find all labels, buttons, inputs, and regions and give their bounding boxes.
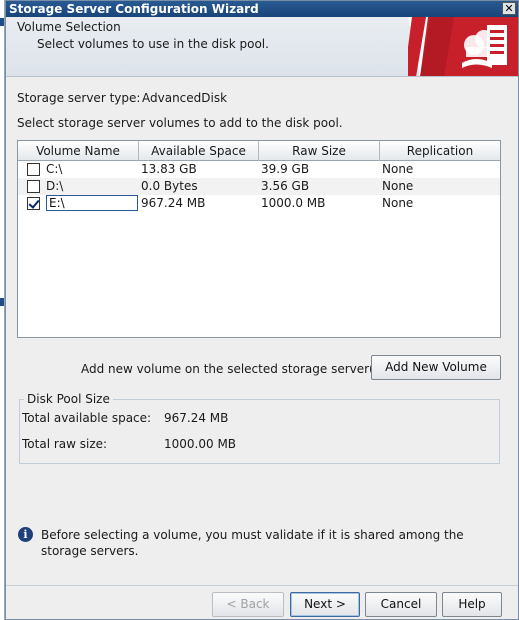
- step-subtitle: Select volumes to use in the disk pool.: [37, 37, 269, 51]
- volume-checkbox[interactable]: [27, 197, 40, 210]
- window-title: Storage Server Configuration Wizard: [9, 2, 259, 16]
- total-raw-value: 1000.00 MB: [164, 437, 237, 451]
- wizard-window: Storage Server Configuration Wizard ✕ Vo…: [5, 0, 519, 620]
- table-row[interactable]: C:\ 13.83 GB 39.9 GB None: [18, 161, 500, 178]
- cancel-button-label: Cancel: [380, 597, 422, 611]
- add-new-volume-button[interactable]: Add New Volume: [371, 355, 501, 380]
- available-space: 0.0 Bytes: [141, 179, 198, 193]
- volume-table[interactable]: Volume Name Available Space Raw Size Rep…: [17, 140, 501, 338]
- replication: None: [382, 196, 414, 210]
- total-raw-label: Total raw size:: [22, 437, 108, 451]
- total-available-value: 967.24 MB: [164, 411, 229, 425]
- disk-pool-size-group: Disk Pool Size Total available space: 96…: [19, 392, 500, 464]
- available-space: 13.83 GB: [141, 162, 197, 176]
- raw-size: 3.56 GB: [261, 179, 310, 193]
- table-row[interactable]: D:\ 0.0 Bytes 3.56 GB None: [18, 178, 500, 195]
- column-header-volume-name[interactable]: Volume Name: [18, 141, 139, 161]
- help-button-label: Help: [458, 597, 486, 611]
- column-header-replication[interactable]: Replication: [380, 141, 500, 161]
- background-strip-mark: [0, 18, 4, 26]
- volume-checkbox[interactable]: [27, 163, 40, 176]
- next-button[interactable]: Next >: [290, 592, 360, 617]
- footer-divider: [6, 585, 518, 586]
- server-type-value: AdvancedDisk: [142, 91, 228, 105]
- info-icon: i: [18, 527, 33, 542]
- volume-name: D:\: [46, 179, 64, 193]
- back-button[interactable]: < Back: [212, 592, 284, 617]
- table-row[interactable]: E:\ 967.24 MB 1000.0 MB None: [18, 195, 500, 212]
- table-header: Volume Name Available Space Raw Size Rep…: [18, 141, 500, 161]
- add-new-volume-button-label: Add New Volume: [385, 360, 487, 374]
- wizard-header: Volume Selection Select volumes to use i…: [6, 17, 518, 77]
- raw-size: 1000.0 MB: [261, 196, 326, 210]
- info-message: Before selecting a volume, you must vali…: [41, 528, 464, 558]
- next-button-label: Next >: [304, 597, 346, 611]
- replication: None: [382, 179, 414, 193]
- volume-name-edit-field[interactable]: E:\: [46, 195, 138, 211]
- title-bar: Storage Server Configuration Wizard ✕: [6, 1, 518, 17]
- disk-pool-size-title: Disk Pool Size: [24, 392, 113, 406]
- available-space: 967.24 MB: [141, 196, 206, 210]
- column-header-available-space[interactable]: Available Space: [139, 141, 259, 161]
- raw-size: 39.9 GB: [261, 162, 310, 176]
- instruction-text: Select storage server volumes to add to …: [17, 116, 343, 130]
- brand-logo-icon: [408, 17, 518, 76]
- total-available-label: Total available space:: [22, 411, 152, 425]
- help-button[interactable]: Help: [442, 592, 502, 617]
- server-type-label: Storage server type:: [17, 91, 141, 105]
- back-button-label: < Back: [226, 597, 270, 611]
- volume-name: C:\: [46, 162, 63, 176]
- volume-checkbox[interactable]: [27, 180, 40, 193]
- add-volume-label: Add new volume on the selected storage s…: [81, 362, 385, 376]
- background-strip-mark: [0, 298, 4, 306]
- close-button[interactable]: ✕: [502, 2, 516, 15]
- column-header-raw-size[interactable]: Raw Size: [259, 141, 380, 161]
- replication: None: [382, 162, 414, 176]
- step-title: Volume Selection: [17, 20, 121, 34]
- cancel-button[interactable]: Cancel: [365, 592, 437, 617]
